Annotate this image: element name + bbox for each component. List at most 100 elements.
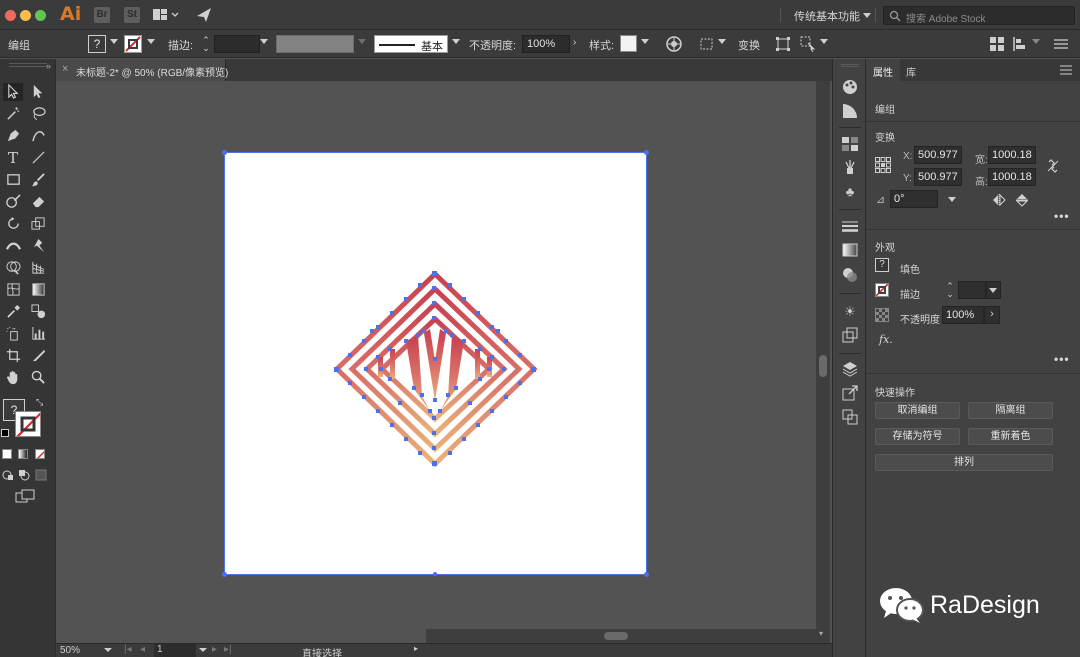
align-to-selection-icon[interactable] bbox=[700, 37, 716, 54]
align-panel-icon[interactable] bbox=[1012, 37, 1028, 54]
opacity-expand-chevron-icon[interactable]: › bbox=[573, 37, 576, 48]
arrange-button[interactable]: 排列 bbox=[875, 454, 1053, 471]
reference-point-icon[interactable] bbox=[875, 157, 891, 176]
stroke-weight-stepper[interactable]: ⌃ ⌄ bbox=[200, 36, 212, 53]
paintbrush-tool[interactable] bbox=[28, 171, 48, 189]
draw-behind-icon[interactable] bbox=[18, 469, 30, 484]
shape-builder-tool[interactable] bbox=[3, 259, 23, 277]
line-segment-tool[interactable] bbox=[28, 149, 48, 167]
brush-dropdown-chevron-icon[interactable] bbox=[452, 39, 460, 44]
layers-panel-icon[interactable] bbox=[841, 361, 859, 379]
save-as-symbol-button[interactable]: 存储为符号 bbox=[875, 428, 960, 445]
prev-artboard-icon[interactable]: ◂ bbox=[140, 644, 145, 655]
isolate-group-button[interactable]: 隔离组 bbox=[968, 402, 1053, 419]
variable-width-profile[interactable] bbox=[276, 35, 354, 53]
color-guide-icon[interactable] bbox=[841, 103, 859, 121]
lasso-tool[interactable] bbox=[28, 105, 48, 123]
artboard-tool[interactable] bbox=[3, 347, 23, 365]
gradient-tool[interactable] bbox=[28, 281, 48, 299]
stroke-swatch[interactable] bbox=[124, 35, 142, 53]
recolor-artwork-icon[interactable] bbox=[666, 36, 682, 55]
column-graph-tool[interactable] bbox=[28, 325, 48, 343]
puppet-warp-dropdown-icon[interactable] bbox=[820, 39, 828, 44]
transform-bounding-box-icon[interactable] bbox=[775, 36, 791, 55]
fill-swatch-panel[interactable]: ? bbox=[875, 258, 889, 272]
color-panel-icon[interactable] bbox=[841, 79, 859, 97]
angle-dropdown-chevron-icon[interactable] bbox=[948, 197, 956, 202]
puppet-warp-tool[interactable] bbox=[28, 237, 48, 255]
height-input[interactable]: 1000.18 bbox=[988, 168, 1036, 186]
control-bar-menu-icon[interactable] bbox=[1054, 38, 1068, 53]
zoom-level-field[interactable]: 50% bbox=[60, 645, 80, 656]
zoom-window-button[interactable] bbox=[35, 10, 46, 21]
pen-tool[interactable] bbox=[3, 127, 23, 145]
align-dropdown-icon[interactable] bbox=[718, 39, 726, 44]
stroke-weight-input-panel[interactable] bbox=[958, 281, 986, 299]
rectangle-tool[interactable] bbox=[3, 171, 23, 189]
panel-menu-icon[interactable] bbox=[1060, 65, 1072, 78]
flip-horizontal-icon[interactable] bbox=[992, 193, 1006, 209]
brushes-panel-icon[interactable] bbox=[841, 159, 859, 177]
opacity-expand-button[interactable]: › bbox=[984, 306, 1000, 324]
bounding-handle-tr[interactable] bbox=[644, 150, 649, 155]
asset-export-panel-icon[interactable] bbox=[841, 385, 859, 403]
stroke-dropdown-chevron-icon-panel[interactable] bbox=[989, 288, 997, 293]
horizontal-scrollbar[interactable] bbox=[426, 629, 816, 643]
artboard-number-field[interactable]: 1 bbox=[154, 644, 196, 657]
document-tab[interactable]: × 未标题-2* @ 50% (RGB/像素预览) bbox=[56, 59, 228, 81]
brush-definition-field[interactable]: 基本 bbox=[374, 35, 448, 53]
next-artboard-icon[interactable]: ▸ bbox=[212, 644, 217, 655]
stroke-swatch-panel[interactable] bbox=[875, 283, 889, 297]
gradient-mode-icon[interactable] bbox=[18, 449, 28, 459]
curvature-tool[interactable] bbox=[28, 127, 48, 145]
horizontal-scroll-thumb[interactable] bbox=[604, 632, 628, 640]
direct-selection-tool[interactable] bbox=[28, 83, 48, 101]
status-menu-arrow-icon[interactable]: ▸ bbox=[414, 644, 418, 653]
bounding-handle-br[interactable] bbox=[644, 572, 649, 577]
shaper-tool[interactable] bbox=[3, 193, 23, 211]
stroke-dropdown-chevron-icon[interactable] bbox=[147, 39, 155, 44]
default-colors-icon[interactable] bbox=[1, 429, 9, 437]
width-input[interactable]: 1000.18 bbox=[988, 146, 1036, 164]
ungroup-button[interactable]: 取消编组 bbox=[875, 402, 960, 419]
fill-dropdown-chevron-icon[interactable] bbox=[110, 39, 118, 44]
draw-normal-icon[interactable] bbox=[2, 469, 14, 484]
flip-vertical-icon[interactable] bbox=[1015, 193, 1029, 210]
scale-tool[interactable] bbox=[28, 215, 48, 233]
type-tool[interactable]: T bbox=[3, 149, 23, 167]
opacity-input-panel[interactable]: 100% bbox=[942, 306, 984, 324]
draw-inside-icon[interactable] bbox=[35, 469, 47, 484]
swatches-panel-icon[interactable] bbox=[841, 137, 859, 155]
slice-tool[interactable] bbox=[28, 347, 48, 365]
first-artboard-icon[interactable]: |◂ bbox=[124, 644, 132, 655]
fill-swatch[interactable]: ? bbox=[88, 35, 106, 53]
opacity-input[interactable]: 100% bbox=[522, 35, 570, 53]
zoom-dropdown-icon[interactable] bbox=[104, 648, 112, 652]
recolor-button[interactable]: 重新着色 bbox=[968, 428, 1053, 445]
stroke-weight-stepper-panel[interactable]: ⌃ ⌄ bbox=[944, 282, 956, 299]
width-profile-dropdown-icon[interactable] bbox=[358, 39, 366, 44]
vertical-scroll-thumb[interactable] bbox=[819, 355, 827, 377]
bounding-handle-bm[interactable] bbox=[433, 572, 437, 576]
screen-mode-icon[interactable] bbox=[15, 489, 35, 506]
constrain-proportions-icon[interactable] bbox=[1046, 159, 1060, 176]
selected-artwork-group[interactable] bbox=[334, 271, 544, 467]
perspective-grid-tool[interactable] bbox=[28, 259, 48, 277]
bridge-button[interactable]: Br bbox=[94, 7, 110, 23]
workspace-switcher[interactable]: 传统基本功能 bbox=[794, 8, 860, 24]
stock-button[interactable]: St bbox=[124, 7, 140, 23]
graphic-style-dropdown-icon[interactable] bbox=[641, 39, 649, 44]
symbols-panel-icon[interactable]: ♣ bbox=[841, 183, 859, 201]
stroke-color-swatch[interactable] bbox=[15, 411, 41, 437]
artboards-panel-icon[interactable] bbox=[841, 409, 859, 427]
bounding-handle-bl[interactable] bbox=[222, 572, 227, 577]
rotate-tool[interactable] bbox=[3, 215, 23, 233]
gradient-panel-icon[interactable] bbox=[841, 243, 859, 261]
arrange-documents-icon[interactable] bbox=[153, 8, 179, 22]
graphic-styles-panel-icon[interactable] bbox=[841, 327, 859, 345]
canvas-area[interactable] bbox=[56, 81, 816, 643]
hand-tool[interactable] bbox=[3, 369, 23, 387]
symbol-sprayer-tool[interactable] bbox=[3, 325, 23, 343]
stock-search-input[interactable]: 搜索 Adobe Stock bbox=[883, 6, 1075, 25]
vertical-scrollbar[interactable]: ▾ bbox=[816, 81, 830, 643]
